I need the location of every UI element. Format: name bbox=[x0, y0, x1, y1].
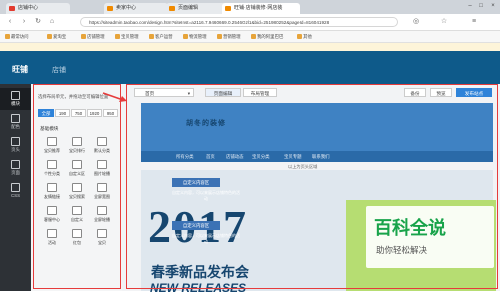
rail-item-modules[interactable]: 模块 bbox=[0, 88, 31, 110]
bookmark-item[interactable]: 店铺管理 bbox=[80, 32, 105, 41]
bookmark-item[interactable]: 客户运营 bbox=[148, 32, 173, 41]
browser-tab-2[interactable]: 卖家中心 bbox=[104, 3, 168, 14]
css-icon bbox=[11, 183, 20, 192]
bookmark-item[interactable]: 物流管理 bbox=[182, 32, 207, 41]
address-bar-row: ‹ › ↻ ⌂ https://siteadmin.taobao.com/des… bbox=[0, 14, 500, 31]
home-icon[interactable]: ⌂ bbox=[48, 18, 56, 26]
star-icon[interactable]: ☆ bbox=[440, 18, 448, 26]
highlight-box-left bbox=[33, 84, 121, 289]
minimize-icon[interactable]: – bbox=[466, 2, 474, 10]
rail-item-colors[interactable]: 配色 bbox=[0, 111, 31, 133]
bookmark-item[interactable]: 营销管理 bbox=[216, 32, 241, 41]
reload-icon[interactable]: ↻ bbox=[34, 18, 42, 26]
module-icon bbox=[11, 91, 20, 100]
bookmark-item[interactable]: 其他 bbox=[296, 32, 312, 41]
site-icon bbox=[169, 6, 175, 11]
back-icon[interactable]: ‹ bbox=[6, 18, 14, 26]
browser-tab-3[interactable]: 页面编辑 bbox=[166, 3, 226, 14]
bookmark-icon bbox=[5, 34, 10, 39]
notice-strip bbox=[0, 43, 500, 51]
close-window-icon[interactable]: × bbox=[489, 2, 497, 10]
browser-tab-bar: 店铺中心 卖家中心 页面编辑 旺铺·店铺装修·网店装 – □ × bbox=[0, 0, 500, 14]
watermark-subtitle: 助你轻松解决 bbox=[376, 245, 428, 255]
rail-item-css[interactable]: CSS bbox=[0, 180, 31, 202]
app-logo: 旺铺 bbox=[12, 65, 28, 74]
extension-icon[interactable]: ◎ bbox=[412, 18, 420, 26]
bookmark-icon bbox=[115, 34, 120, 39]
watermark-title: 百科全说 bbox=[374, 218, 446, 238]
bookmark-icon bbox=[81, 34, 86, 39]
bookmark-icon bbox=[47, 34, 52, 39]
bookmark-icon bbox=[149, 34, 154, 39]
app-logo-sub: 店铺 bbox=[52, 67, 66, 74]
palette-icon bbox=[11, 114, 20, 123]
bookmark-icon bbox=[217, 34, 222, 39]
app-header bbox=[0, 51, 500, 84]
rail-item-header[interactable]: 页头 bbox=[0, 134, 31, 156]
header-icon bbox=[11, 137, 20, 146]
bookmark-item[interactable]: 宝贝管理 bbox=[114, 32, 139, 41]
menu-icon[interactable]: ≡ bbox=[470, 18, 478, 26]
arrow-icon bbox=[102, 92, 127, 102]
bookmark-icon bbox=[297, 34, 302, 39]
left-rail: 模块 配色 页头 页面 CSS bbox=[0, 84, 31, 291]
url-field[interactable]: https://siteadmin.taobao.com/design.htm?… bbox=[80, 17, 398, 27]
page-icon bbox=[11, 160, 20, 169]
bookmarks-bar: 最常访问 爱淘宝 店铺管理 宝贝管理 客户运营 物流管理 营销管理 我的阿里巴巴… bbox=[0, 31, 500, 43]
forward-icon[interactable]: › bbox=[20, 18, 28, 26]
browser-tab-active[interactable]: 旺铺·店铺装修·网店装 bbox=[222, 3, 300, 14]
browser-tab-1[interactable]: 店铺中心 bbox=[6, 3, 70, 14]
rail-item-page[interactable]: 页面 bbox=[0, 157, 31, 179]
bookmark-icon bbox=[251, 34, 256, 39]
bookmark-item[interactable]: 我的阿里巴巴 bbox=[250, 32, 283, 41]
site-icon bbox=[107, 6, 113, 11]
bookmark-icon bbox=[183, 34, 188, 39]
bookmark-item[interactable]: 最常访问 bbox=[4, 32, 29, 41]
site-icon bbox=[225, 6, 231, 11]
maximize-icon[interactable]: □ bbox=[477, 2, 485, 10]
site-icon bbox=[9, 6, 15, 11]
bookmark-item[interactable]: 爱淘宝 bbox=[46, 32, 66, 41]
